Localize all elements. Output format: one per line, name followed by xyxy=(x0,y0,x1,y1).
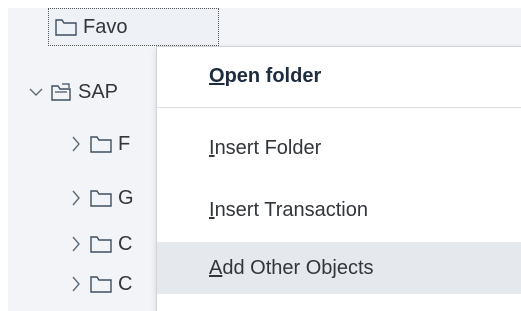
tree-node-favorites[interactable]: Favo xyxy=(48,8,219,46)
menu-item-label: dd Other Objects xyxy=(222,256,374,279)
menu-separator xyxy=(157,107,521,108)
menu-item-mnemonic: O xyxy=(209,64,225,87)
tree-node-label: F xyxy=(118,132,131,155)
menu-item-insert-folder[interactable]: Insert Folder xyxy=(157,119,521,177)
tree-node-label: SAP xyxy=(78,80,119,103)
menu-item-label: nsert Folder xyxy=(214,136,322,159)
menu-item-label: pen folder xyxy=(224,64,322,87)
menu-item-label: nsert Transaction xyxy=(214,198,368,221)
chevron-right-icon[interactable] xyxy=(68,188,84,208)
sap-menu-icon xyxy=(50,82,72,102)
chevron-down-icon[interactable] xyxy=(28,82,44,102)
context-menu: Open folder Insert Folder Insert Transac… xyxy=(156,46,521,311)
folder-icon xyxy=(90,274,112,294)
chevron-right-icon[interactable] xyxy=(68,234,84,254)
sap-easy-access-stage: Favo SAP F G C C O pen folder I nsert Fo… xyxy=(0,0,521,311)
tree-node-child[interactable]: C xyxy=(68,262,132,306)
tree-node-label: G xyxy=(118,186,134,209)
tree-node-label: C xyxy=(118,232,133,255)
tree-node-label: C xyxy=(118,272,133,295)
menu-item-mnemonic: A xyxy=(209,256,223,279)
tree-node-label: Favo xyxy=(83,15,128,38)
tree-node-child[interactable]: G xyxy=(68,176,134,220)
tree-node-child[interactable]: F xyxy=(68,122,130,166)
tree-node-sap-menu[interactable]: SAP xyxy=(28,70,118,114)
folder-icon xyxy=(55,17,77,37)
tree-node-child[interactable]: C xyxy=(68,222,132,266)
menu-item-add-other-objects[interactable]: Add Other Objects xyxy=(157,242,521,294)
menu-item-insert-transaction[interactable]: Insert Transaction xyxy=(157,181,521,239)
chevron-right-icon[interactable] xyxy=(68,274,84,294)
folder-icon xyxy=(90,134,112,154)
chevron-right-icon[interactable] xyxy=(68,134,84,154)
menu-item-open-folder[interactable]: Open folder xyxy=(157,47,521,105)
folder-icon xyxy=(90,234,112,254)
folder-icon xyxy=(90,188,112,208)
